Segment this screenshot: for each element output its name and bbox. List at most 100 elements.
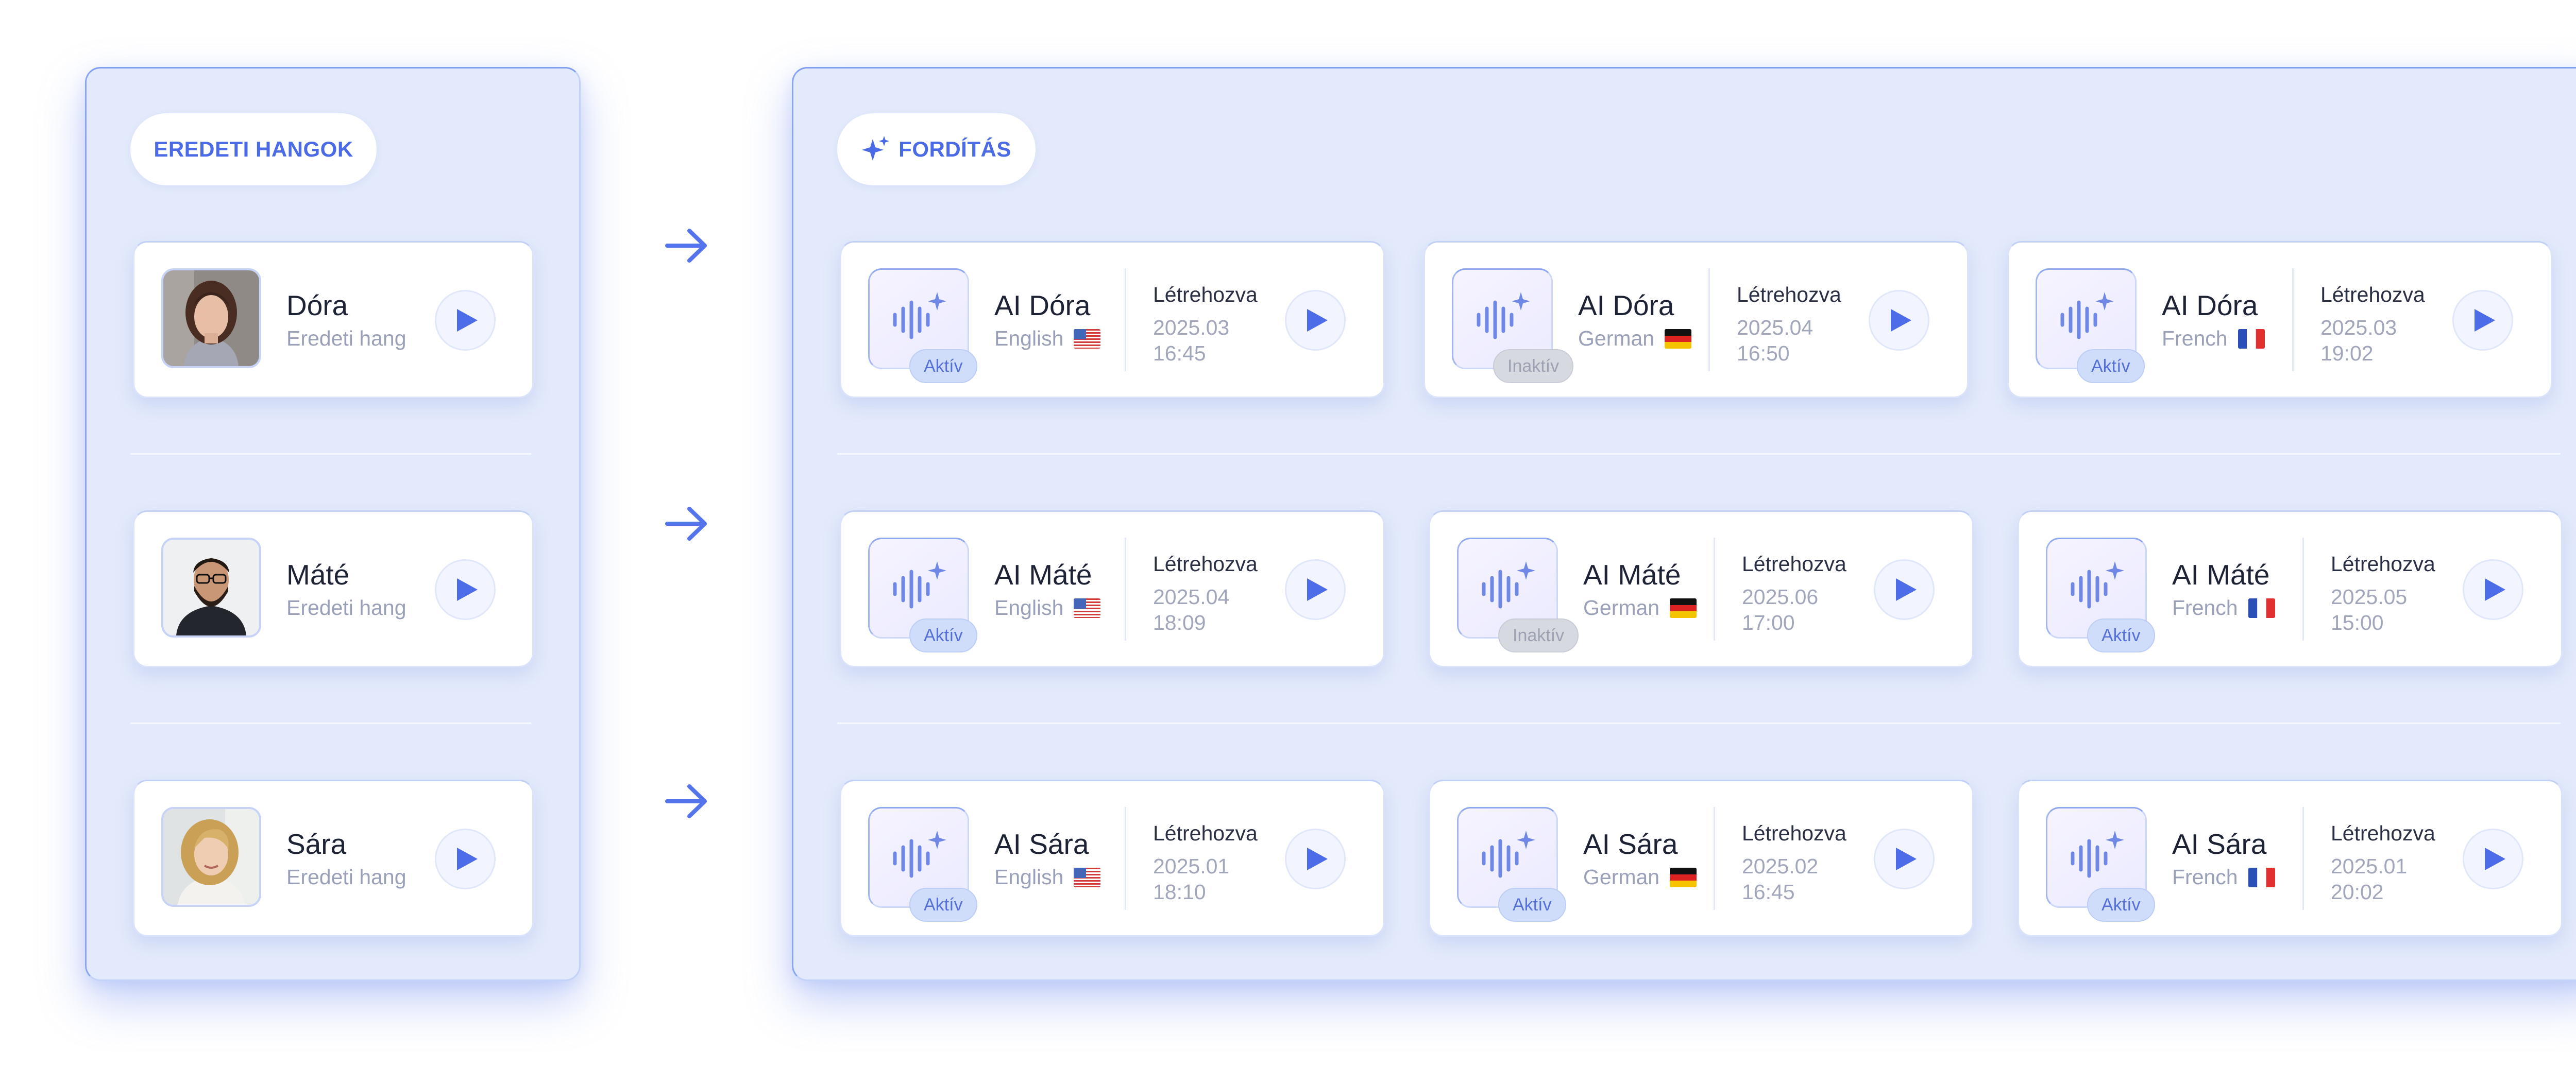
- voice-language: French: [2162, 326, 2265, 351]
- translated-voice-card[interactable]: Inaktív AI Dóra German Létrehozva 2025.0…: [1423, 241, 1969, 398]
- separator: [2302, 538, 2304, 641]
- play-button[interactable]: [1285, 559, 1346, 620]
- translated-voice-card[interactable]: Aktív AI Sára German Létrehozva 2025.02 …: [1429, 780, 1974, 937]
- sparkle-icon: [862, 136, 890, 161]
- voice-subtitle: Eredeti hang: [286, 865, 406, 889]
- created-datetime: 2025.02 16:45: [1742, 853, 1845, 905]
- voice-language: German: [1583, 865, 1697, 889]
- voice-language: English: [994, 596, 1101, 620]
- translated-voice-card[interactable]: Aktív AI Dóra French Létrehozva 2025.03 …: [2007, 241, 2552, 398]
- divider: [837, 722, 2561, 724]
- divider: [837, 453, 2561, 455]
- voice-subtitle: Eredeti hang: [286, 326, 406, 350]
- created-date: 2025.05: [2331, 585, 2408, 609]
- created-date: 2025.04: [1737, 316, 1814, 339]
- status-badge: Aktív: [909, 349, 977, 383]
- divider: [130, 722, 531, 724]
- divider: [130, 453, 531, 455]
- play-button[interactable]: [1874, 829, 1935, 889]
- original-voices-heading: EREDETI HANGOK: [130, 113, 377, 185]
- play-button[interactable]: [2463, 829, 2523, 889]
- language-label: German: [1583, 865, 1660, 889]
- voice-name: AI Máté: [994, 559, 1092, 591]
- voice-language: French: [2172, 865, 2275, 889]
- play-button[interactable]: [1874, 559, 1935, 620]
- created-date: 2025.01: [2331, 854, 2408, 878]
- voice-name: Dóra: [286, 289, 348, 321]
- flag-icon: [2248, 598, 2275, 618]
- created-time: 18:10: [1153, 880, 1206, 904]
- created-datetime: 2025.03 16:45: [1153, 315, 1256, 366]
- play-button[interactable]: [1285, 290, 1346, 351]
- created-date: 2025.01: [1153, 854, 1230, 878]
- created-datetime: 2025.01 18:10: [1153, 853, 1256, 905]
- play-icon: [2475, 309, 2495, 332]
- translations-panel: FORDÍTÁS Aktív AI Dóra English Létrehozv: [792, 67, 2576, 981]
- created-datetime: 2025.03 19:02: [2320, 315, 2424, 366]
- original-voice-card-mate[interactable]: Máté Eredeti hang: [133, 510, 534, 667]
- flag-icon: [1670, 598, 1697, 618]
- flag-icon: [2238, 329, 2265, 349]
- created-datetime: 2025.06 17:00: [1742, 584, 1845, 635]
- voice-language: English: [994, 865, 1101, 889]
- translated-voice-card[interactable]: Aktív AI Sára English Létrehozva 2025.01…: [840, 780, 1385, 937]
- play-button[interactable]: [2463, 559, 2523, 620]
- created-date: 2025.06: [1742, 585, 1819, 609]
- created-label: Létrehozva: [1737, 283, 1841, 306]
- play-icon: [1307, 309, 1328, 332]
- translations-heading: FORDÍTÁS: [837, 113, 1036, 185]
- created-time: 20:02: [2331, 880, 2384, 904]
- voice-subtitle: Eredeti hang: [286, 596, 406, 620]
- flag-icon: [1074, 867, 1101, 887]
- language-label: German: [1583, 596, 1660, 620]
- original-voices-panel: EREDETI HANGOK Dóra Eredeti hang Máté Er…: [85, 67, 581, 981]
- separator: [2292, 268, 2294, 371]
- created-label: Létrehozva: [1742, 552, 1846, 576]
- separator: [2302, 807, 2304, 910]
- play-icon: [457, 848, 478, 870]
- created-time: 17:00: [1742, 611, 1795, 634]
- created-time: 15:00: [2331, 611, 2384, 634]
- flag-icon: [1074, 598, 1101, 618]
- play-button[interactable]: [435, 829, 496, 889]
- translated-voice-card[interactable]: Aktív AI Máté French Létrehozva 2025.05 …: [2018, 510, 2563, 667]
- voice-name: AI Sára: [994, 828, 1089, 860]
- translated-voice-card[interactable]: Aktív AI Máté English Létrehozva 2025.04…: [840, 510, 1385, 667]
- voice-language: German: [1578, 326, 1692, 351]
- play-button[interactable]: [435, 559, 496, 620]
- play-icon: [457, 309, 478, 332]
- play-icon: [1307, 578, 1328, 601]
- arrow-right-icon: [665, 507, 707, 541]
- play-button[interactable]: [2452, 290, 2513, 351]
- created-time: 16:50: [1737, 341, 1790, 365]
- created-date: 2025.03: [1153, 316, 1230, 339]
- avatar-dora: [161, 268, 261, 368]
- play-button[interactable]: [435, 290, 496, 351]
- separator: [1714, 538, 1715, 641]
- arrow-right-icon: [665, 229, 707, 263]
- status-badge: Inaktív: [1498, 618, 1579, 652]
- status-badge: Aktív: [2087, 888, 2155, 922]
- created-time: 18:09: [1153, 611, 1206, 634]
- voice-language: English: [994, 326, 1101, 351]
- created-label: Létrehozva: [2331, 821, 2435, 845]
- translated-voice-card[interactable]: Aktív AI Dóra English Létrehozva 2025.03…: [840, 241, 1385, 398]
- created-time: 19:02: [2320, 341, 2374, 365]
- original-voice-card-sara[interactable]: Sára Eredeti hang: [133, 780, 534, 937]
- created-date: 2025.02: [1742, 854, 1819, 878]
- created-datetime: 2025.01 20:02: [2331, 853, 2434, 905]
- avatar-sara: [161, 807, 261, 907]
- separator: [1125, 807, 1126, 910]
- created-time: 16:45: [1742, 880, 1795, 904]
- avatar-mate: [161, 538, 261, 638]
- created-date: 2025.04: [1153, 585, 1230, 609]
- voice-name: Sára: [286, 828, 347, 860]
- play-button[interactable]: [1869, 290, 1929, 351]
- created-label: Létrehozva: [1742, 821, 1846, 845]
- original-voice-card-dora[interactable]: Dóra Eredeti hang: [133, 241, 534, 398]
- translated-voice-card[interactable]: Aktív AI Sára French Létrehozva 2025.01 …: [2018, 780, 2563, 937]
- created-datetime: 2025.05 15:00: [2331, 584, 2434, 635]
- translated-voice-card[interactable]: Inaktív AI Máté German Létrehozva 2025.0…: [1429, 510, 1974, 667]
- play-button[interactable]: [1285, 829, 1346, 889]
- voice-name: AI Sára: [1583, 828, 1678, 860]
